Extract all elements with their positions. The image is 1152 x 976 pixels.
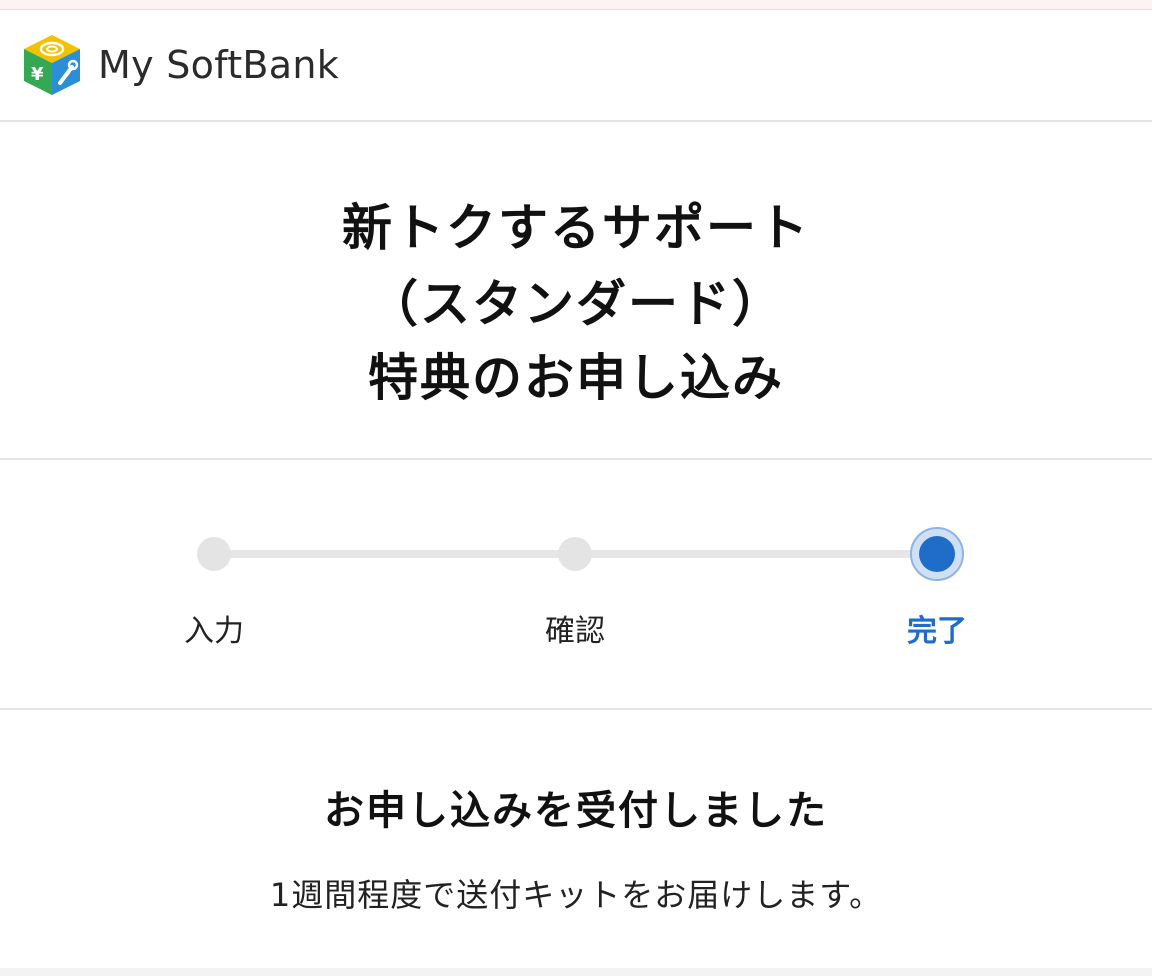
progress-stepper: 入力 確認 完了 xyxy=(0,460,1152,710)
completion-heading: お申し込みを受付しました xyxy=(324,788,828,834)
step-indicator-complete xyxy=(910,527,964,581)
my-softbank-cube-icon[interactable]: ¥ xyxy=(22,33,82,97)
svg-text:¥: ¥ xyxy=(31,64,44,85)
step-label-confirm: 確認 xyxy=(545,614,605,649)
completion-message-section: お申し込みを受付しました 1週間程度で送付キットをお届けします。 xyxy=(0,710,1152,976)
step-indicator-confirm xyxy=(558,537,592,571)
step-label-input: 入力 xyxy=(184,614,244,649)
step-indicator-input xyxy=(197,537,231,571)
page-title-line-1: 新トクするサポート xyxy=(342,199,810,257)
logo-text[interactable]: My SoftBank xyxy=(98,43,339,87)
page-title-line-2: （スタンダード） xyxy=(368,275,784,333)
page-title: 新トクするサポート （スタンダード） 特典のお申し込み xyxy=(0,122,1152,460)
app-header: ¥ My SoftBank xyxy=(0,10,1152,122)
top-accent-bar xyxy=(0,0,1152,10)
completion-message: 1週間程度で送付キットをお届けします。 xyxy=(269,876,883,914)
step-indicator-complete-active xyxy=(919,536,955,572)
page-title-line-3: 特典のお申し込み xyxy=(368,349,784,407)
bottom-divider xyxy=(0,968,1152,976)
step-label-complete: 完了 xyxy=(907,614,967,649)
